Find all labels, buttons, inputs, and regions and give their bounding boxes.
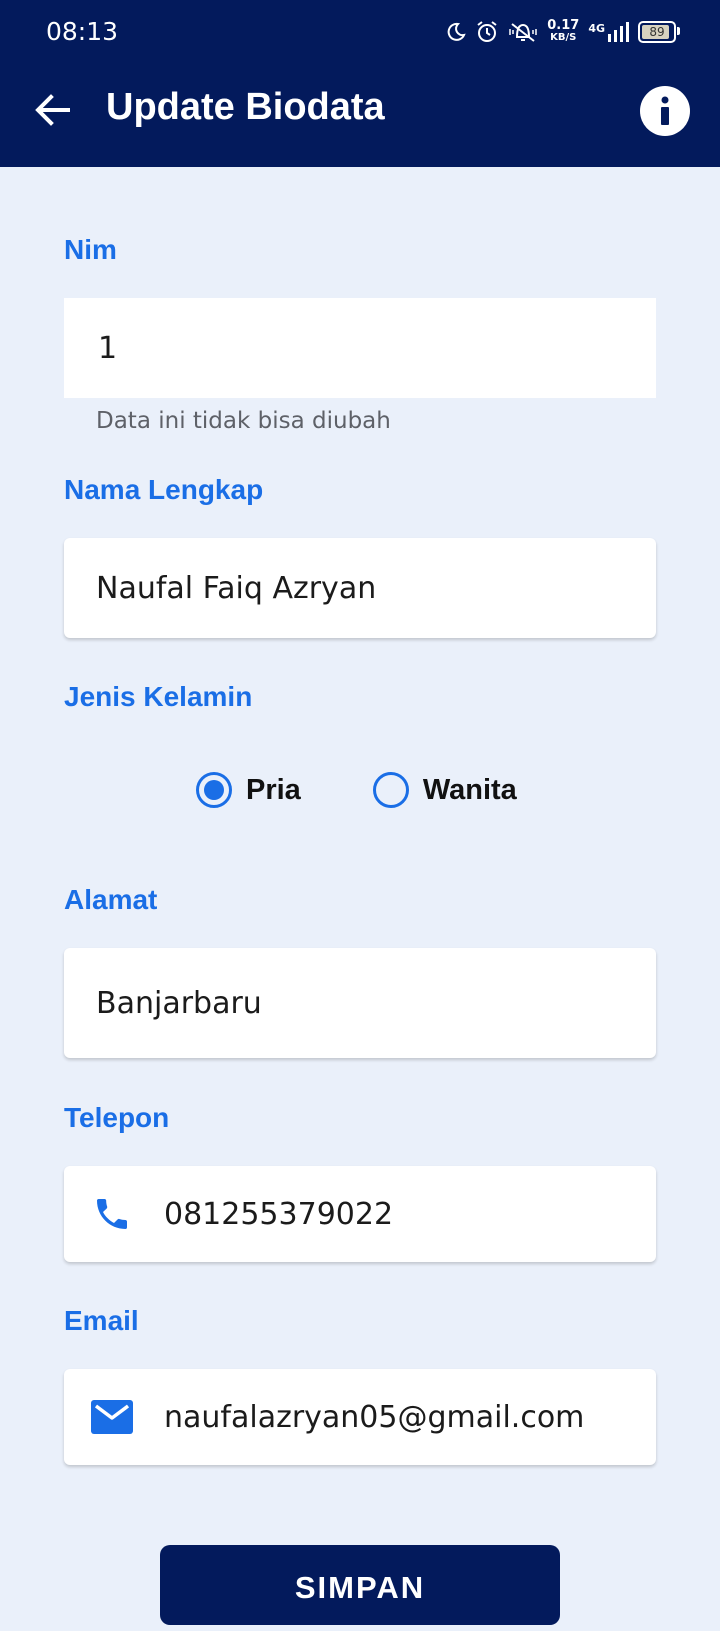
network-speed: 0.17 KB/S — [547, 18, 580, 44]
alamat-value: Banjarbaru — [96, 985, 262, 1021]
email-value: naufalazryan05@gmail.com — [164, 1399, 585, 1435]
radio-button-pria[interactable] — [196, 772, 232, 808]
radio-option-pria[interactable]: Pria — [196, 772, 301, 808]
info-button[interactable] — [640, 86, 690, 136]
signal-icon: 4G — [588, 22, 629, 42]
telepon-field[interactable]: 081255379022 — [64, 1166, 656, 1262]
alarm-icon — [475, 20, 499, 44]
vibrate-icon — [508, 21, 538, 43]
moon-icon — [446, 22, 466, 42]
alamat-field[interactable]: Banjarbaru — [64, 948, 656, 1058]
arrow-left-icon — [35, 94, 70, 126]
nim-value: 1 — [98, 330, 118, 366]
radio-label-pria: Pria — [246, 773, 301, 806]
alamat-label: Alamat — [64, 884, 158, 915]
info-icon — [661, 96, 669, 125]
nama-lengkap-label: Nama Lengkap — [64, 474, 264, 505]
nim-helper-text: Data ini tidak bisa diubah — [96, 408, 391, 434]
radio-label-wanita: Wanita — [422, 773, 517, 806]
email-field[interactable]: naufalazryan05@gmail.com — [64, 1369, 656, 1465]
nim-field: 1 — [64, 298, 656, 398]
nim-label: Nim — [64, 234, 117, 265]
phone-icon — [88, 1194, 136, 1234]
mail-icon — [88, 1400, 136, 1434]
jenis-kelamin-radio-group: Pria Wanita — [196, 772, 517, 808]
save-button[interactable]: SIMPAN — [160, 1545, 560, 1625]
speed-unit: KB/S — [550, 32, 577, 43]
radio-selected-dot — [204, 780, 224, 800]
status-icons: 0.17 KB/S 4G 89 — [446, 14, 680, 50]
nama-lengkap-value: Naufal Faiq Azryan — [96, 570, 377, 606]
radio-option-wanita[interactable]: Wanita — [372, 772, 517, 808]
status-time: 08:13 — [46, 17, 119, 46]
radio-button-wanita[interactable] — [372, 772, 409, 808]
app-bar: 08:13 0.17 KB/S 4G 89 Update Biodata — [0, 0, 720, 167]
jenis-kelamin-label: Jenis Kelamin — [64, 681, 253, 712]
telepon-label: Telepon — [64, 1102, 170, 1133]
battery-level: 89 — [649, 25, 665, 39]
email-label: Email — [64, 1305, 139, 1336]
page-title: Update Biodata — [106, 86, 385, 128]
battery-icon: 89 — [638, 21, 680, 43]
telepon-value: 081255379022 — [164, 1196, 394, 1232]
back-button[interactable] — [30, 88, 74, 132]
network-type: 4G — [588, 22, 605, 35]
speed-value: 0.17 — [547, 18, 580, 33]
nama-lengkap-field[interactable]: Naufal Faiq Azryan — [64, 538, 656, 638]
